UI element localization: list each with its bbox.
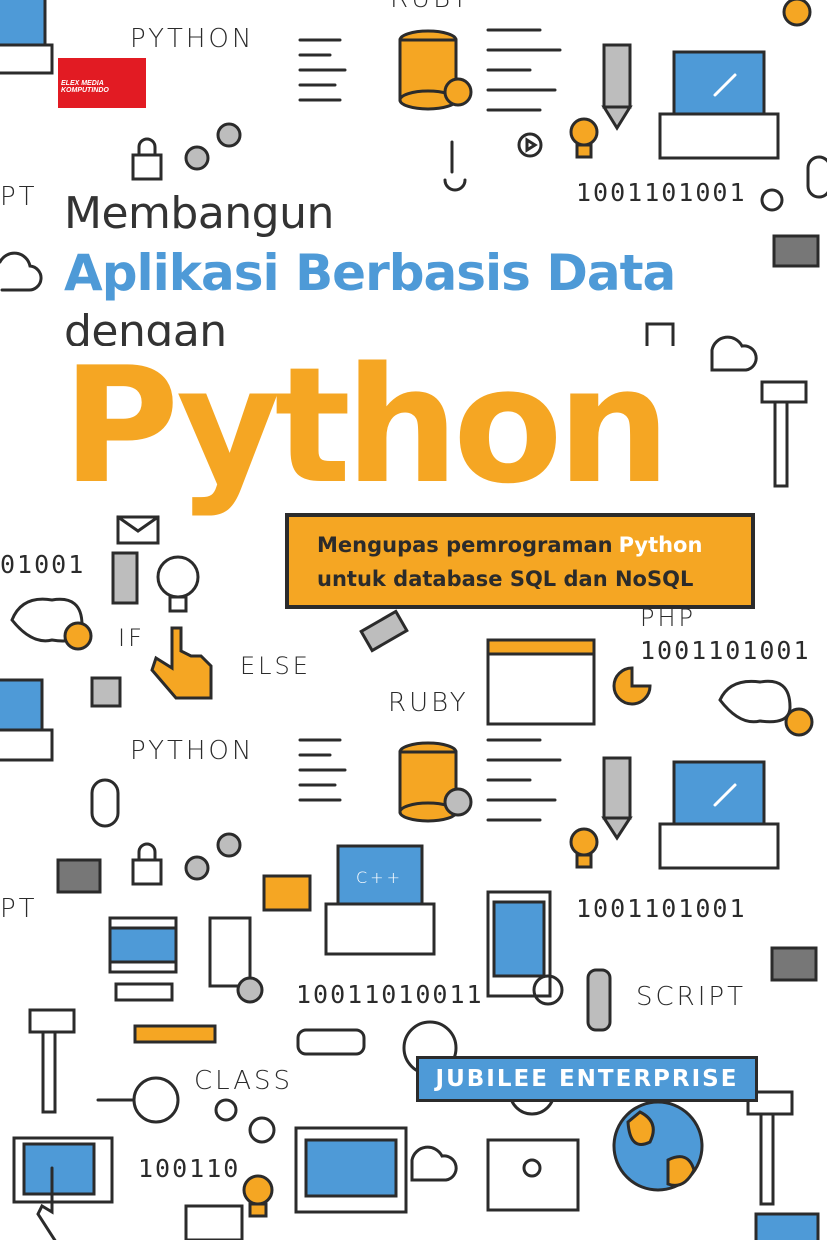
publisher-logo-text: ELEX MEDIA KOMPUTINDO [61,80,109,94]
hard-drive-icon [754,1212,820,1240]
pie-icon [612,666,652,706]
pencil-icon [601,756,633,841]
usb-icon [586,968,612,1032]
gear-icon [184,832,242,881]
chat-icon [772,234,820,268]
wrench-icon [133,1024,217,1044]
doodle-binary: 01001 [0,550,86,579]
brain-icon [718,679,792,724]
chat-icon [56,858,102,894]
title-line-2: Aplikasi Berbasis Data [58,244,682,302]
laptop-icon [324,844,436,956]
author-banner: JUBILEE ENTERPRISE [416,1056,758,1102]
hammer-icon [760,380,808,488]
doodle-binary: 1001101001 [576,894,747,923]
gear-icon [184,122,242,171]
lightbulb-icon [569,117,599,159]
lightbulb-icon [156,555,200,613]
gear-icon [784,707,814,737]
chat-icon [770,946,818,982]
doodle-word-python: PYTHON [130,24,255,54]
monitor-icon [108,916,178,1002]
phone-icon [208,916,252,988]
chip-icon [90,676,122,708]
doodle-word-python: PYTHON [130,736,255,766]
play-icon [517,132,543,158]
subtitle-box: Mengupas pemrograman Python untuk databas… [285,513,755,609]
laptop-icon [658,50,780,160]
doodle-word-script: PT [0,894,38,924]
gear-icon [63,621,93,651]
envelope-icon [116,515,160,545]
mouse-icon [90,778,120,828]
doodle-binary: 10011010011 [296,980,484,1009]
code-window-icon [486,638,596,726]
doodle-word-script: PT [0,182,38,212]
gear-icon [214,1098,276,1144]
monitor-icon [294,1126,408,1214]
doodle-word-if: IF [118,624,145,652]
title-line-1: Membangun [58,188,340,239]
lightbulb-icon [242,1174,274,1218]
subtitle-line-2: untuk database SQL dan NoSQL [317,567,694,591]
database-icon [184,1204,244,1240]
lock-icon [131,842,163,886]
hand-pointer-icon [150,626,213,700]
gear-icon [236,976,264,1004]
hammer-icon [28,1008,76,1114]
doodle-word-ruby: RUBY [390,0,471,14]
doodle-word-script: SCRIPT [636,982,746,1012]
globe-icon [612,1100,704,1192]
laptop-icon [0,678,54,762]
cloud-icon [710,335,758,372]
book-cover: PYTHON RUBY PT IF ELSE RUBY PHP PYTHON P… [0,0,827,1240]
gear-icon [782,0,812,27]
search-icon [96,1076,180,1124]
gear-icon [443,787,473,817]
laptop-icon [0,0,54,75]
gear-icon [760,188,784,212]
tablet-icon [12,1136,114,1204]
doodle-binary: 1001101001 [640,636,811,665]
subtitle-line-1: Mengupas pemrograman Python [317,533,702,557]
laptop-icon [658,760,780,870]
cloud-icon [410,1145,458,1182]
gear-icon [443,77,473,107]
publisher-logo: ELEX MEDIA KOMPUTINDO [58,58,146,108]
battery-icon [296,1028,366,1056]
lock-icon [131,137,163,181]
wrench-icon [443,140,467,192]
hammer-icon [746,1090,794,1206]
subtitle-line-1-text: Mengupas pemrograman [317,533,613,557]
doodle-word-else: ELSE [240,652,311,680]
doodle-binary: 1001101001 [576,178,747,207]
title-python: Python [52,346,675,506]
subtitle-highlight: Python [618,533,703,557]
doodle-word-class: CLASS [194,1066,294,1096]
chat-icon [262,874,312,912]
pencil-icon [359,609,409,653]
speaker-icon [111,551,139,605]
mouse-icon [806,155,827,199]
doodle-word-cpp: C++ [356,868,403,887]
gear-icon [532,974,564,1006]
cloud-icon [0,251,43,292]
tablet-icon [486,890,552,998]
doodle-binary: 100110 [138,1154,241,1183]
pencil-icon [601,43,633,131]
lightbulb-icon [569,827,599,869]
doodle-word-ruby: RUBY [388,688,469,718]
